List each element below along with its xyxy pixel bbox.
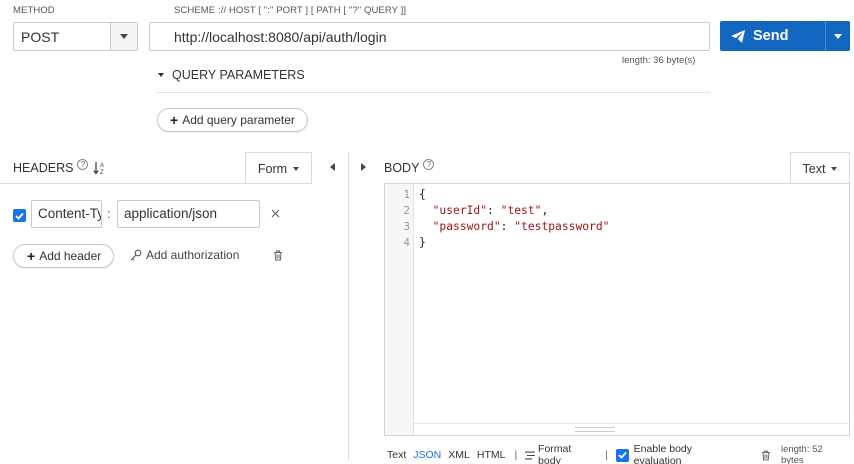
json-value: "testpassword"	[514, 220, 610, 233]
headers-divider	[0, 183, 312, 184]
method-label: METHOD	[13, 5, 55, 16]
code-line-2: "userId": "test",	[432, 204, 549, 217]
line-number: 2	[403, 204, 410, 217]
mode-xml[interactable]: XML	[448, 449, 470, 461]
add-authorization-label: Add authorization	[146, 248, 240, 262]
method-value: POST	[21, 29, 60, 45]
line-number: 3	[403, 220, 410, 233]
method-select[interactable]: POST	[13, 22, 138, 51]
collapse-right-icon[interactable]	[361, 163, 366, 171]
code-line-3: "password": "testpassword"	[432, 220, 610, 233]
mode-json[interactable]: JSON	[413, 449, 441, 461]
separator: |	[514, 449, 518, 461]
caret-down-icon	[158, 73, 164, 77]
add-header-label: Add header	[39, 249, 102, 263]
url-length: length: 36 byte(s)	[622, 55, 696, 66]
divider	[157, 92, 710, 93]
header-value-input[interactable]: application/json	[117, 200, 260, 228]
body-text-dropdown[interactable]: Text	[790, 152, 850, 184]
header-colon: :	[107, 206, 111, 221]
headers-form-dropdown[interactable]: Form	[245, 152, 312, 184]
send-button-group: Send	[720, 21, 850, 51]
plus-icon: +	[170, 112, 179, 128]
query-parameters-title: QUERY PARAMETERS	[172, 68, 305, 82]
help-icon[interactable]: ?	[77, 158, 89, 170]
format-body-button[interactable]: Format body	[538, 443, 596, 464]
url-input[interactable]: http://localhost:8080/api/auth/login	[149, 22, 710, 51]
query-parameters-toggle[interactable]: QUERY PARAMETERS	[158, 68, 305, 82]
checkmark-icon	[618, 451, 627, 459]
collapse-left-icon[interactable]	[330, 163, 335, 171]
resize-grip[interactable]	[575, 427, 615, 432]
header-enabled-checkbox[interactable]	[13, 209, 26, 222]
add-query-parameter-label: Add query parameter	[182, 113, 295, 127]
svg-text:A: A	[100, 163, 104, 169]
send-label: Send	[753, 28, 789, 44]
line-number: 4	[403, 236, 410, 249]
code-line-4: }	[419, 236, 426, 249]
body-section-title: BODY ?	[384, 158, 435, 175]
chevron-down-icon	[831, 166, 838, 171]
add-query-parameter-button[interactable]: + Add query parameter	[157, 108, 308, 132]
header-name-input[interactable]: Content-Type	[31, 200, 102, 228]
text-tab-label: Text	[802, 161, 826, 176]
enable-evaluation-checkbox[interactable]	[615, 448, 629, 462]
body-editor[interactable]: 1 2 3 4 { "userId": "test", "password": …	[384, 183, 850, 436]
url-hint: SCHEME :// HOST [ ":" PORT ] [ PATH [ "?…	[174, 5, 407, 16]
chevron-down-icon	[293, 166, 300, 171]
pane-splitter[interactable]	[348, 152, 349, 460]
json-key: "userId"	[432, 204, 488, 217]
form-tab-label: Form	[257, 161, 288, 176]
line-number: 1	[403, 188, 410, 201]
body-footer: Text JSON XML HTML | Format body | Enabl…	[387, 443, 854, 464]
checkmark-icon	[15, 212, 24, 220]
line-gutter: 1 2 3 4	[385, 184, 414, 435]
mode-html[interactable]: HTML	[477, 449, 506, 461]
add-header-button[interactable]: + Add header	[13, 244, 115, 268]
plus-icon: +	[27, 248, 36, 264]
mode-text[interactable]: Text	[387, 449, 406, 461]
body-title: BODY	[384, 161, 420, 175]
body-length: length: 52 bytes	[780, 444, 823, 464]
json-key: "password"	[432, 220, 501, 233]
help-icon[interactable]: ?	[423, 158, 435, 170]
svg-text:Z: Z	[100, 170, 104, 175]
format-lines-icon	[525, 451, 536, 459]
json-value: "test"	[500, 204, 542, 217]
send-options-button[interactable]	[825, 21, 850, 51]
trash-icon[interactable]	[761, 450, 771, 461]
chevron-down-icon	[834, 33, 842, 39]
code-line-1: {	[419, 188, 426, 201]
paper-plane-icon	[731, 29, 745, 43]
headers-section-title: HEADERS ? A Z	[13, 158, 106, 175]
enable-evaluation-label: Enable body evaluation	[633, 443, 693, 464]
send-button[interactable]: Send	[720, 21, 825, 51]
chevron-down-icon	[120, 34, 128, 39]
editor-bottom-bar	[414, 423, 849, 435]
headers-title: HEADERS	[13, 161, 74, 175]
separator: |	[605, 449, 608, 461]
method-dropdown-button[interactable]	[110, 23, 137, 50]
remove-header-icon[interactable]	[271, 206, 280, 221]
trash-icon[interactable]	[273, 249, 283, 264]
sort-alpha-icon[interactable]: A Z	[93, 161, 106, 175]
key-icon	[130, 249, 142, 261]
add-authorization-link[interactable]: Add authorization	[130, 248, 239, 262]
